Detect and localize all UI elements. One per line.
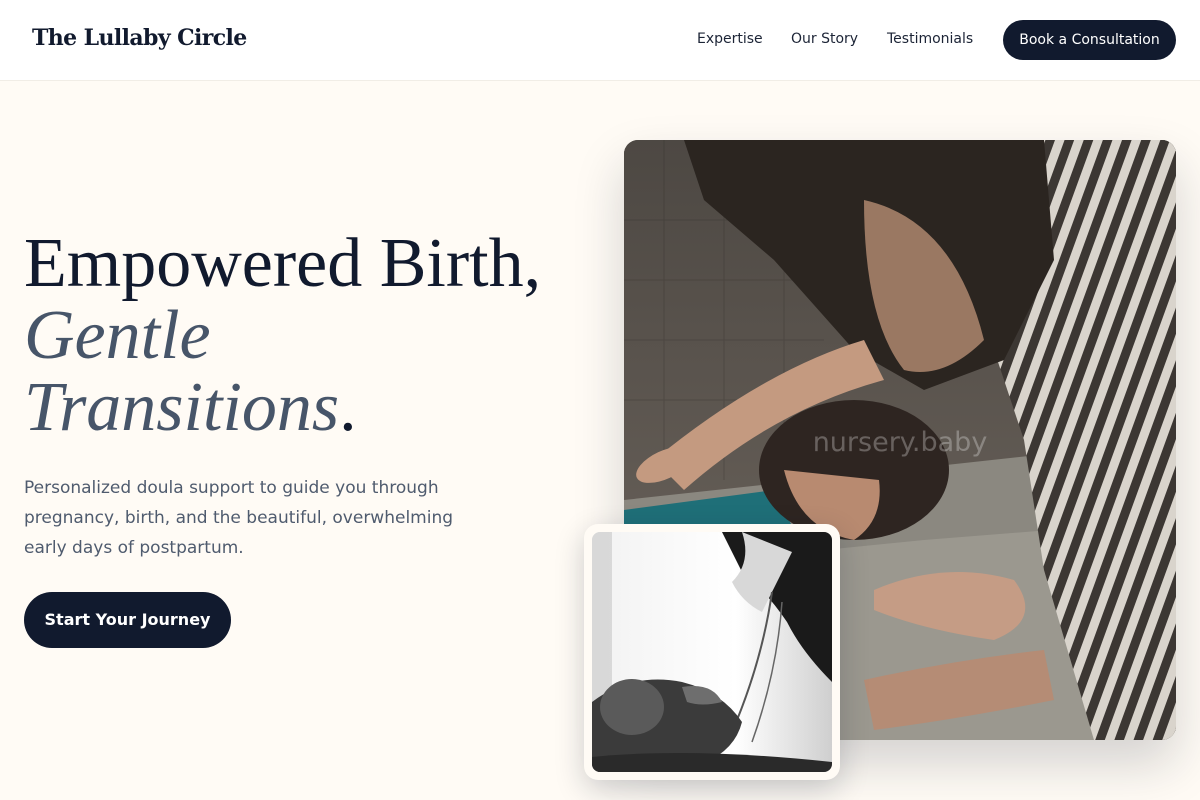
nav-link-expertise[interactable]: Expertise — [697, 31, 763, 47]
site-header: The Lullaby Circle Expertise Our Story T… — [0, 0, 1200, 81]
nav-link-our-story[interactable]: Our Story — [791, 31, 858, 47]
hero-subtext: Personalized doula support to guide you … — [24, 478, 454, 558]
main-photo-caption: nursery.baby — [812, 427, 988, 458]
start-journey-button[interactable]: Start Your Journey — [24, 592, 231, 648]
site-logo[interactable]: The Lullaby Circle — [32, 25, 247, 51]
inset-photo-illustration — [592, 532, 832, 772]
headline-line-1: Empowered Birth, — [24, 225, 542, 302]
headline-line-3: Transitions. — [24, 372, 584, 444]
nav-link-testimonials[interactable]: Testimonials — [887, 31, 973, 47]
inset-newborn-photo — [592, 532, 832, 772]
book-consultation-button[interactable]: Book a Consultation — [1003, 20, 1176, 60]
headline-line-3-text: Transitions — [24, 369, 340, 446]
headline-line-2: Gentle — [24, 297, 211, 374]
inset-photo-frame — [584, 524, 840, 780]
headline-period: . — [339, 369, 357, 446]
hero-headline: Empowered Birth, Gentle Transitions. — [24, 228, 584, 444]
